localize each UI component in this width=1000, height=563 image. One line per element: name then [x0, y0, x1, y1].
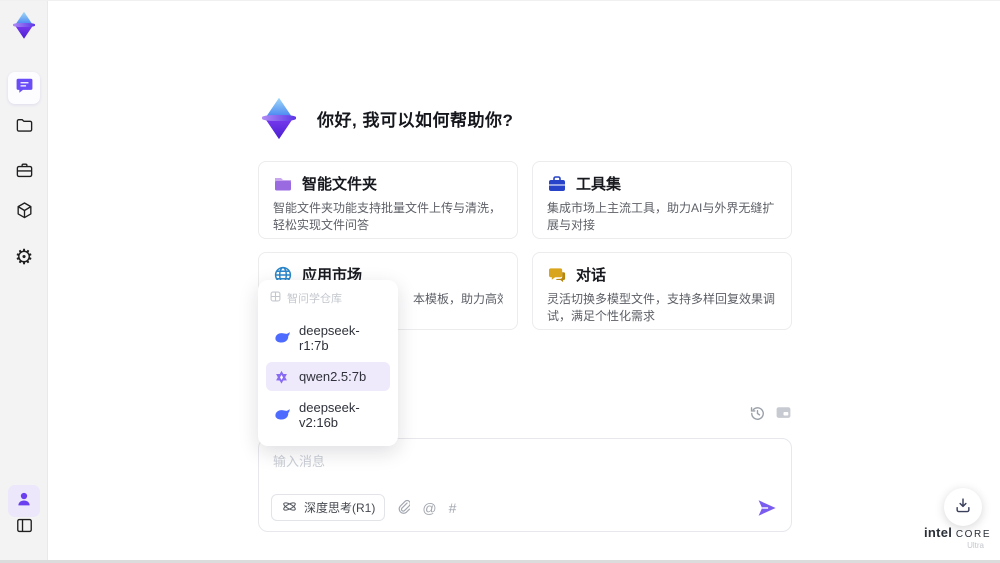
paperclip-icon[interactable]: [397, 499, 412, 516]
chat-input-box: 深度思考(R1) @ #: [258, 438, 792, 532]
model-option-qwen[interactable]: qwen2.5:7b: [266, 362, 390, 391]
model-option-label: deepseek-v2:16b: [299, 400, 360, 430]
deepseek-icon: [274, 331, 291, 345]
sidebar-item-collapse[interactable]: [8, 512, 40, 544]
sidebar-item-toolbox[interactable]: [8, 157, 40, 189]
model-dropdown: 智问学仓库 deepseek-r1:7b qwen2.5:7b deepseek…: [258, 280, 398, 446]
repo-icon: [270, 291, 281, 305]
card-desc: 集成市场上主流工具，助力AI与外界无缝扩展与对接: [547, 201, 775, 232]
sidebar: ⚙: [0, 1, 48, 560]
user-icon: [15, 490, 33, 513]
message-input[interactable]: [259, 439, 791, 491]
cube-icon: [15, 201, 34, 225]
app-window: ⚙ 你好, 我可以如何帮助你? 智能文件夹 智能文件夹功能支持批量文件上传与清洗…: [0, 0, 1000, 563]
card-title: 工具集: [576, 176, 622, 193]
send-icon[interactable]: [757, 499, 777, 517]
card-dialogue[interactable]: 对话 灵活切换多模型文件，支持多样回复效果调试，满足个性化需求: [532, 252, 792, 330]
greeting: 你好, 我可以如何帮助你?: [256, 95, 513, 141]
sidebar-item-settings[interactable]: ⚙: [8, 241, 40, 273]
mention-icon[interactable]: @: [422, 501, 436, 515]
ultra-label: Ultra: [967, 541, 984, 550]
toolset-icon: [547, 174, 567, 194]
gear-icon: ⚙: [14, 245, 34, 269]
history-icon[interactable]: [749, 405, 766, 422]
model-option-label: qwen2.5:7b: [299, 369, 367, 384]
card-title: 对话: [576, 267, 607, 284]
smart-folder-icon: [273, 174, 293, 194]
atom-icon: [281, 501, 298, 515]
model-option-deepseek-r1[interactable]: deepseek-r1:7b: [266, 316, 390, 360]
folder-icon: [15, 116, 34, 140]
core-wordmark: core: [955, 529, 992, 540]
card-title: 智能文件夹: [302, 176, 378, 193]
qwen-icon: [274, 370, 291, 384]
download-icon: [954, 496, 972, 519]
dialogue-icon: [547, 265, 567, 285]
intel-core-badge: intel core Ultra: [924, 525, 992, 550]
card-desc: 灵活切换多模型文件，支持多样回复效果调试，满足个性化需求: [547, 292, 776, 323]
intel-wordmark: intel: [924, 525, 953, 540]
download-button[interactable]: [944, 488, 982, 526]
model-option-deepseek-v2[interactable]: deepseek-v2:16b: [266, 393, 390, 437]
chat-icon: [15, 76, 34, 100]
briefcase-icon: [15, 161, 34, 185]
sidebar-item-models[interactable]: [8, 197, 40, 229]
deep-think-label: 深度思考(R1): [304, 501, 376, 515]
input-actions: 深度思考(R1) @ #: [271, 494, 777, 521]
model-option-label: deepseek-r1:7b: [299, 323, 360, 353]
panel-icon: [15, 516, 34, 540]
hash-icon[interactable]: #: [449, 501, 457, 515]
card-smart-folder[interactable]: 智能文件夹 智能文件夹功能支持批量文件上传与清洗，轻松实现文件问答: [258, 161, 518, 239]
card-toolset[interactable]: 工具集 集成市场上主流工具，助力AI与外界无缝扩展与对接: [532, 161, 792, 239]
sidebar-item-chat[interactable]: [8, 72, 40, 104]
mini-window-icon[interactable]: [775, 405, 792, 422]
repo-label: 智问学仓库: [287, 293, 342, 305]
model-repo-header: 智问学仓库: [266, 287, 390, 314]
sidebar-item-folders[interactable]: [8, 112, 40, 144]
app-logo-icon: [9, 10, 39, 40]
greeting-title: 你好, 我可以如何帮助你?: [317, 110, 514, 130]
deepseek-icon: [274, 408, 291, 422]
assistant-logo-icon: [256, 95, 302, 141]
deep-think-toggle[interactable]: 深度思考(R1): [271, 494, 386, 521]
card-desc: 智能文件夹功能支持批量文件上传与清洗，轻松实现文件问答: [273, 201, 502, 232]
